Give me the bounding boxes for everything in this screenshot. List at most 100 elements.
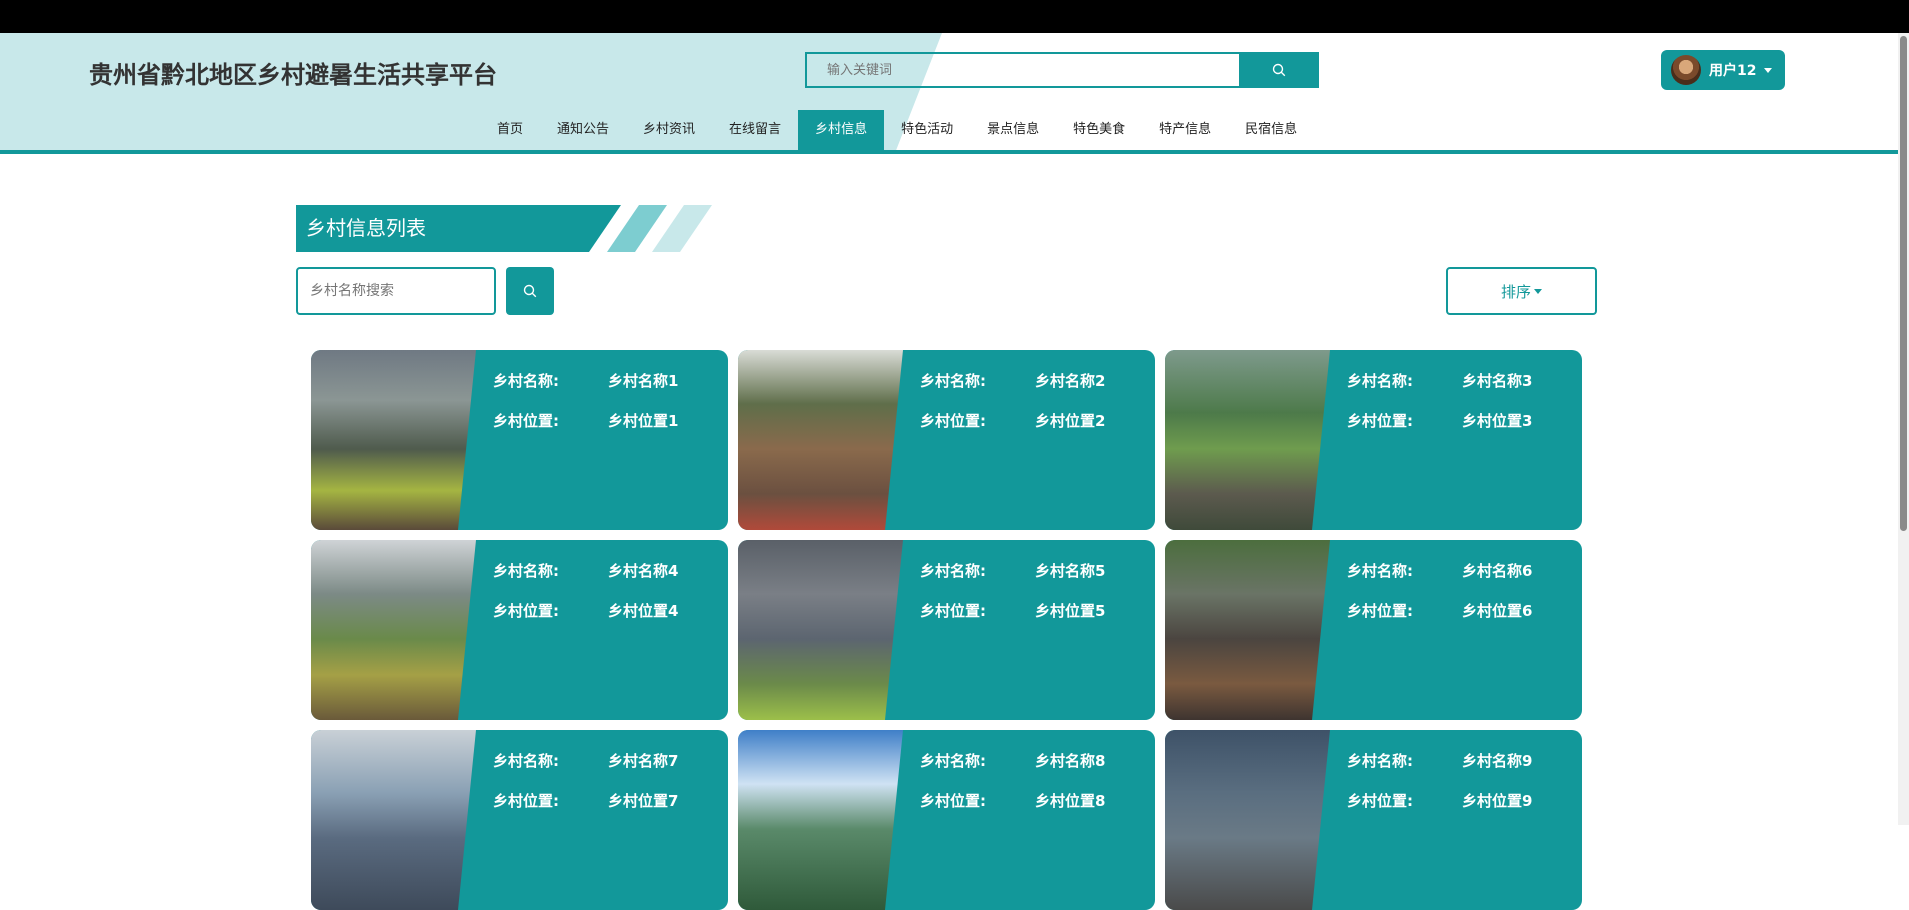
browser-top-bar — [0, 0, 1909, 33]
nav-item-home[interactable]: 首页 — [480, 110, 540, 150]
village-name: 乡村名称9 — [1462, 752, 1533, 770]
village-search-button[interactable] — [506, 267, 554, 315]
card-location-row: 乡村位置: 乡村位置4 — [493, 600, 678, 621]
village-image — [1165, 540, 1330, 720]
nav-item-specialties[interactable]: 特产信息 — [1142, 110, 1228, 150]
village-card[interactable]: 乡村名称: 乡村名称3 乡村位置: 乡村位置3 — [1165, 350, 1582, 530]
nav-item-village-news[interactable]: 乡村资讯 — [626, 110, 712, 150]
village-location: 乡村位置9 — [1462, 792, 1533, 810]
village-card[interactable]: 乡村名称: 乡村名称5 乡村位置: 乡村位置5 — [738, 540, 1155, 720]
village-card[interactable]: 乡村名称: 乡村名称1 乡村位置: 乡村位置1 — [311, 350, 728, 530]
card-name-row: 乡村名称: 乡村名称7 — [493, 750, 678, 771]
name-label: 乡村名称: — [1347, 752, 1413, 770]
village-location: 乡村位置5 — [1035, 602, 1106, 620]
card-location-row: 乡村位置: 乡村位置8 — [920, 790, 1105, 811]
village-name: 乡村名称1 — [608, 372, 679, 390]
nav-item-homestays[interactable]: 民宿信息 — [1228, 110, 1314, 150]
site-title: 贵州省黔北地区乡村避暑生活共享平台 — [89, 61, 497, 89]
village-location: 乡村位置2 — [1035, 412, 1106, 430]
nav-item-activities[interactable]: 特色活动 — [884, 110, 970, 150]
location-label: 乡村位置: — [493, 792, 559, 810]
card-location-row: 乡村位置: 乡村位置1 — [493, 410, 678, 431]
village-card[interactable]: 乡村名称: 乡村名称9 乡村位置: 乡村位置9 — [1165, 730, 1582, 910]
user-menu-button[interactable]: 用户12 — [1661, 50, 1785, 90]
village-location: 乡村位置1 — [608, 412, 679, 430]
card-location-row: 乡村位置: 乡村位置3 — [1347, 410, 1532, 431]
chevron-down-icon — [1764, 67, 1773, 73]
village-image — [311, 540, 476, 720]
nav-item-food[interactable]: 特色美食 — [1056, 110, 1142, 150]
village-search-input[interactable] — [296, 267, 496, 315]
card-location-row: 乡村位置: 乡村位置6 — [1347, 600, 1532, 621]
village-location: 乡村位置8 — [1035, 792, 1106, 810]
location-label: 乡村位置: — [920, 792, 986, 810]
village-card[interactable]: 乡村名称: 乡村名称4 乡村位置: 乡村位置4 — [311, 540, 728, 720]
card-name-row: 乡村名称: 乡村名称3 — [1347, 370, 1532, 391]
village-name: 乡村名称2 — [1035, 372, 1106, 390]
sort-label: 排序 — [1500, 282, 1531, 301]
village-image — [311, 350, 476, 530]
village-image — [738, 730, 903, 910]
village-location: 乡村位置6 — [1462, 602, 1533, 620]
name-label: 乡村名称: — [920, 752, 986, 770]
card-name-row: 乡村名称: 乡村名称4 — [493, 560, 678, 581]
location-label: 乡村位置: — [493, 412, 559, 430]
top-search-input[interactable] — [805, 52, 1263, 88]
card-name-row: 乡村名称: 乡村名称9 — [1347, 750, 1532, 771]
name-label: 乡村名称: — [493, 562, 559, 580]
avatar — [1671, 55, 1701, 85]
header-divider — [0, 150, 1898, 154]
village-name: 乡村名称4 — [608, 562, 679, 580]
section-title: 乡村信息列表 — [296, 205, 621, 252]
village-image — [1165, 350, 1330, 530]
card-location-row: 乡村位置: 乡村位置9 — [1347, 790, 1532, 811]
village-location: 乡村位置4 — [608, 602, 679, 620]
village-card[interactable]: 乡村名称: 乡村名称8 乡村位置: 乡村位置8 — [738, 730, 1155, 910]
nav-item-village-info[interactable]: 乡村信息 — [798, 110, 885, 150]
location-label: 乡村位置: — [1347, 792, 1413, 810]
location-label: 乡村位置: — [1347, 412, 1413, 430]
name-label: 乡村名称: — [493, 752, 559, 770]
village-name: 乡村名称8 — [1035, 752, 1106, 770]
nav-item-notices[interactable]: 通知公告 — [540, 110, 626, 150]
location-label: 乡村位置: — [920, 602, 986, 620]
village-name: 乡村名称5 — [1035, 562, 1106, 580]
sort-button[interactable]: 排序 — [1446, 267, 1597, 315]
village-name: 乡村名称7 — [608, 752, 679, 770]
user-name: 用户12 — [1709, 63, 1757, 79]
village-card[interactable]: 乡村名称: 乡村名称7 乡村位置: 乡村位置7 — [311, 730, 728, 910]
card-location-row: 乡村位置: 乡村位置7 — [493, 790, 678, 811]
name-label: 乡村名称: — [1347, 562, 1413, 580]
card-name-row: 乡村名称: 乡村名称2 — [920, 370, 1105, 391]
name-label: 乡村名称: — [920, 372, 986, 390]
village-image — [1165, 730, 1330, 910]
card-location-row: 乡村位置: 乡村位置5 — [920, 600, 1105, 621]
village-name: 乡村名称3 — [1462, 372, 1533, 390]
location-label: 乡村位置: — [920, 412, 986, 430]
caret-down-icon — [1534, 288, 1542, 294]
main-nav: 首页 通知公告 乡村资讯 在线留言 乡村信息 特色活动 景点信息 特色美食 特产… — [480, 110, 1314, 150]
location-label: 乡村位置: — [1347, 602, 1413, 620]
village-name: 乡村名称6 — [1462, 562, 1533, 580]
village-image — [738, 350, 903, 530]
top-search-bar — [805, 52, 1319, 88]
search-icon — [523, 284, 537, 298]
name-label: 乡村名称: — [920, 562, 986, 580]
top-search-button[interactable] — [1239, 52, 1319, 88]
card-name-row: 乡村名称: 乡村名称5 — [920, 560, 1105, 581]
village-image — [738, 540, 903, 720]
card-name-row: 乡村名称: 乡村名称6 — [1347, 560, 1532, 581]
village-card[interactable]: 乡村名称: 乡村名称6 乡村位置: 乡村位置6 — [1165, 540, 1582, 720]
name-label: 乡村名称: — [493, 372, 559, 390]
name-label: 乡村名称: — [1347, 372, 1413, 390]
nav-item-messages[interactable]: 在线留言 — [712, 110, 798, 150]
nav-item-attractions[interactable]: 景点信息 — [970, 110, 1056, 150]
village-location: 乡村位置3 — [1462, 412, 1533, 430]
scrollbar-thumb[interactable] — [1900, 36, 1907, 531]
location-label: 乡村位置: — [493, 602, 559, 620]
village-card[interactable]: 乡村名称: 乡村名称2 乡村位置: 乡村位置2 — [738, 350, 1155, 530]
search-icon — [1272, 63, 1286, 77]
card-name-row: 乡村名称: 乡村名称8 — [920, 750, 1105, 771]
village-location: 乡村位置7 — [608, 792, 679, 810]
card-name-row: 乡村名称: 乡村名称1 — [493, 370, 678, 391]
